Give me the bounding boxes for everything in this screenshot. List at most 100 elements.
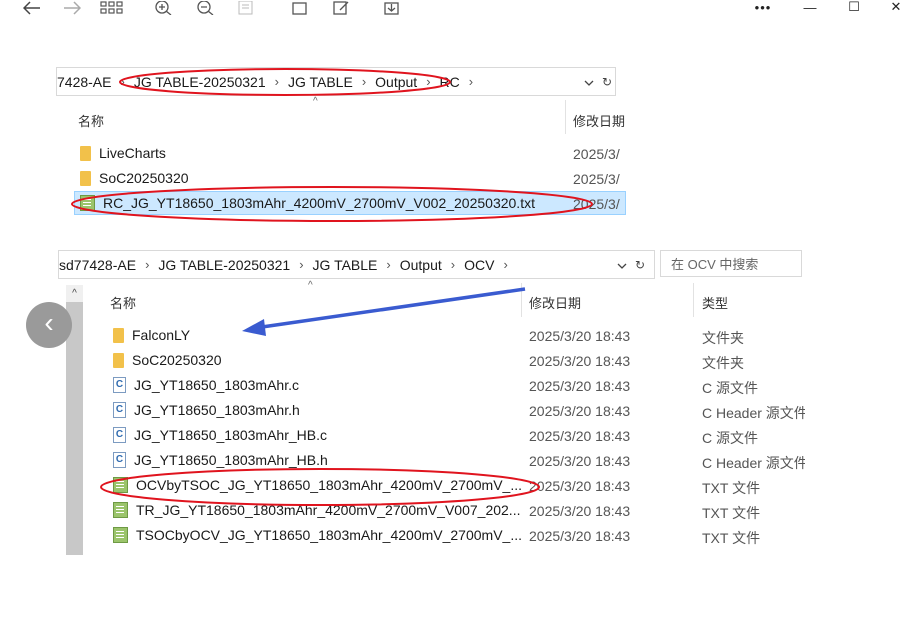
chevron-right-icon[interactable]: › xyxy=(503,257,507,272)
column-divider[interactable] xyxy=(565,100,566,134)
edit-icon[interactable] xyxy=(330,0,354,16)
folder-icon xyxy=(113,352,124,368)
text-file-icon xyxy=(113,502,128,518)
chevron-right-icon[interactable]: › xyxy=(299,257,303,272)
file-type: C Header 源文件 xyxy=(702,405,805,421)
chevron-right-icon[interactable]: › xyxy=(426,74,430,89)
file-date: 2025/3/ xyxy=(573,196,620,212)
list-item[interactable]: FalconLY xyxy=(113,323,190,347)
list-item[interactable]: OCVbyTSOC_JG_YT18650_1803mAhr_4200mV_270… xyxy=(113,473,522,497)
zoom-out-icon[interactable] xyxy=(194,0,218,16)
annotation-arrow xyxy=(261,287,526,329)
folder-icon xyxy=(80,170,91,186)
minimize-button[interactable]: — xyxy=(800,0,820,15)
file-name: JG_YT18650_1803mAhr_HB.h xyxy=(134,452,328,468)
chevron-right-icon[interactable]: › xyxy=(120,74,124,89)
file-date: 2025/3/20 18:43 xyxy=(529,478,631,494)
text-file-icon xyxy=(113,477,128,493)
arrow-head xyxy=(242,319,266,336)
chevron-right-icon[interactable]: › xyxy=(145,257,149,272)
file-name: JG_YT18650_1803mAhr.h xyxy=(134,402,300,418)
breadcrumb-output[interactable]: Output xyxy=(400,257,442,273)
c-header-file-icon: C xyxy=(113,402,126,418)
chevron-right-icon[interactable]: › xyxy=(275,74,279,89)
sort-up-icon: ^ xyxy=(308,280,313,291)
download-icon[interactable] xyxy=(380,0,404,16)
search-input[interactable]: 在 OCV 中搜索 xyxy=(660,250,802,277)
refresh-icon[interactable]: ↻ xyxy=(598,75,615,89)
breadcrumb-rc[interactable]: RC xyxy=(440,74,460,90)
breadcrumb-jg-table[interactable]: JG TABLE xyxy=(313,257,378,273)
chevron-right-icon[interactable]: › xyxy=(469,74,473,89)
list-item[interactable]: SoC20250320 xyxy=(113,348,222,372)
file-type: C 源文件 xyxy=(702,380,758,396)
breadcrumb-ocv[interactable]: OCV xyxy=(464,257,494,273)
breadcrumb-jg-table-20250321[interactable]: JG TABLE-20250321 xyxy=(134,74,266,90)
folder-icon xyxy=(113,327,124,343)
file-date: 2025/3/20 18:43 xyxy=(529,353,631,369)
file-name: SoC20250320 xyxy=(99,170,189,186)
column-header-name[interactable]: 名称 xyxy=(78,111,104,130)
file-date: 2025/3/20 18:43 xyxy=(529,428,631,444)
list-item[interactable]: SoC20250320 xyxy=(80,166,625,190)
breadcrumb-7428-ae[interactable]: 7428-AE xyxy=(57,74,111,90)
zoom-in-icon[interactable] xyxy=(152,0,176,16)
scroll-up-button[interactable]: ^ xyxy=(66,285,83,302)
refresh-icon[interactable]: ↻ xyxy=(631,258,649,272)
chevron-right-icon[interactable]: › xyxy=(451,257,455,272)
page-icon[interactable] xyxy=(234,0,258,16)
breadcrumb-jg-table-20250321[interactable]: JG TABLE-20250321 xyxy=(158,257,290,273)
address-bar-ocv[interactable]: sd77428-AE › JG TABLE-20250321 › JG TABL… xyxy=(58,250,655,279)
sort-up-icon: ^ xyxy=(313,96,318,107)
file-date: 2025/3/20 18:43 xyxy=(529,453,631,469)
close-button[interactable]: ✕ xyxy=(886,0,906,14)
list-item[interactable]: C JG_YT18650_1803mAhr_HB.c xyxy=(113,423,327,447)
forward-arrow-icon[interactable] xyxy=(60,0,84,16)
new-window-icon[interactable] xyxy=(288,0,312,16)
back-overlay-button[interactable]: ‹ xyxy=(26,302,72,348)
list-item[interactable]: C JG_YT18650_1803mAhr.h xyxy=(113,398,300,422)
file-date: 2025/3/ xyxy=(573,171,620,187)
folder-icon xyxy=(80,145,91,161)
chevron-right-icon[interactable]: › xyxy=(362,74,366,89)
file-name: TR_JG_YT18650_1803mAhr_4200mV_2700mV_V00… xyxy=(136,502,521,518)
column-header-date[interactable]: 修改日期 xyxy=(573,111,625,130)
c-header-file-icon: C xyxy=(113,452,126,468)
maximize-button[interactable]: ☐ xyxy=(844,0,864,14)
list-item-selected[interactable]: RC_JG_YT18650_1803mAhr_4200mV_2700mV_V00… xyxy=(80,191,625,215)
c-file-icon: C xyxy=(113,377,126,393)
column-header-type[interactable]: 类型 xyxy=(702,293,728,312)
file-type: C 源文件 xyxy=(702,430,758,446)
column-divider[interactable] xyxy=(521,283,522,317)
more-options-button[interactable]: ••• xyxy=(752,0,774,15)
file-type: 文件夹 xyxy=(702,355,744,371)
file-name: JG_YT18650_1803mAhr.c xyxy=(134,377,299,393)
list-item[interactable]: TR_JG_YT18650_1803mAhr_4200mV_2700mV_V00… xyxy=(113,498,520,522)
file-name: TSOCbyOCV_JG_YT18650_1803mAhr_4200mV_270… xyxy=(136,527,522,543)
view-grid-icon[interactable] xyxy=(100,0,124,16)
breadcrumb-output[interactable]: Output xyxy=(375,74,417,90)
chevron-right-icon[interactable]: › xyxy=(386,257,390,272)
list-item[interactable]: LiveCharts xyxy=(80,141,625,165)
address-bar-rc[interactable]: 7428-AE › JG TABLE-20250321 › JG TABLE ›… xyxy=(56,67,616,96)
history-dropdown-icon[interactable] xyxy=(615,258,629,272)
text-file-icon xyxy=(80,195,95,211)
list-item[interactable]: TSOCbyOCV_JG_YT18650_1803mAhr_4200mV_270… xyxy=(113,523,522,547)
back-arrow-icon[interactable] xyxy=(20,0,44,16)
list-item[interactable]: C JG_YT18650_1803mAhr.c xyxy=(113,373,299,397)
list-item[interactable]: C JG_YT18650_1803mAhr_HB.h xyxy=(113,448,328,472)
column-divider[interactable] xyxy=(693,283,694,317)
history-dropdown-icon[interactable] xyxy=(582,75,596,89)
file-date: 2025/3/20 18:43 xyxy=(529,378,631,394)
column-header-name[interactable]: 名称 xyxy=(110,293,136,312)
c-file-icon: C xyxy=(113,427,126,443)
file-date: 2025/3/20 18:43 xyxy=(529,328,631,344)
file-date: 2025/3/ xyxy=(573,146,620,162)
breadcrumb-jg-table[interactable]: JG TABLE xyxy=(288,74,353,90)
text-file-icon xyxy=(113,527,128,543)
file-type: TXT 文件 xyxy=(702,480,761,496)
column-header-date[interactable]: 修改日期 xyxy=(529,293,581,312)
file-type: C Header 源文件 xyxy=(702,455,805,471)
file-date: 2025/3/20 18:43 xyxy=(529,528,631,544)
breadcrumb-sd77428-ae[interactable]: sd77428-AE xyxy=(59,257,136,273)
